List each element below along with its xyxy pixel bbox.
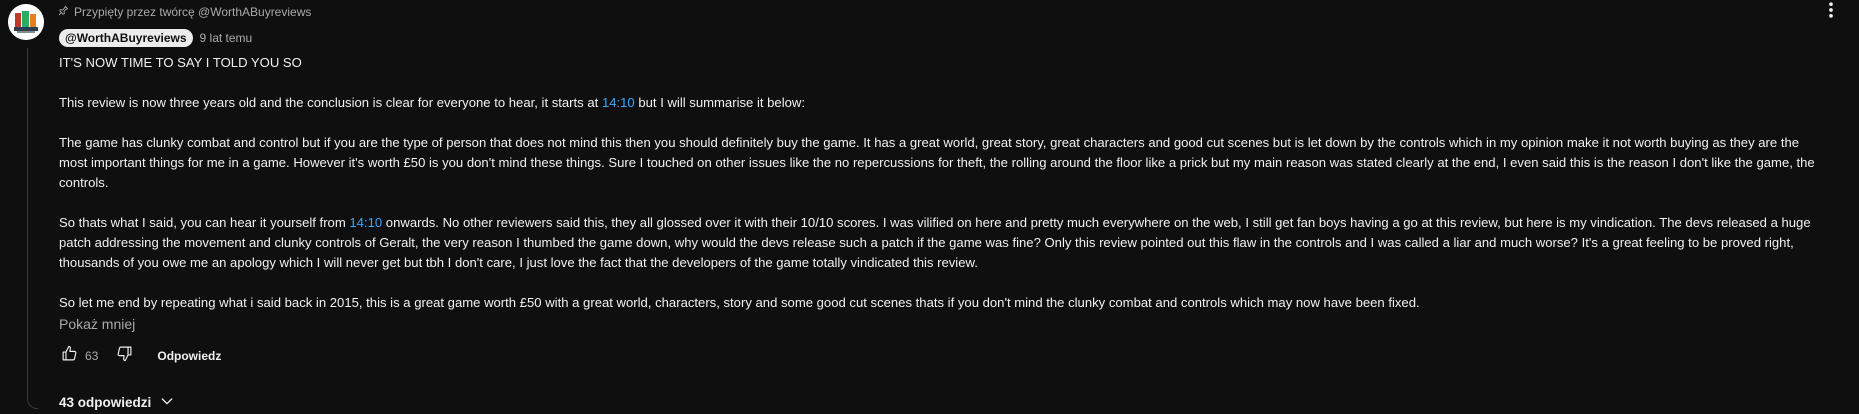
paragraph-text: IT'S NOW TIME TO SAY I TOLD YOU SO — [59, 55, 302, 70]
pinned-indicator: Przypięty przez twórcę @WorthABuyreviews — [58, 4, 311, 20]
comment-paragraph: So thats what I said, you can hear it yo… — [59, 213, 1819, 273]
like-count: 63 — [85, 349, 99, 363]
reply-button[interactable]: Odpowiedz — [157, 349, 221, 363]
pinned-label: Przypięty przez twórcę @WorthABuyreviews — [74, 5, 312, 19]
dislike-button[interactable] — [114, 346, 134, 366]
show-less-button[interactable]: Pokaż mniej — [59, 316, 135, 332]
replies-count: 43 odpowiedzi — [59, 395, 152, 410]
thumb-up-icon — [61, 345, 78, 367]
author-name[interactable]: @WorthABuyreviews — [59, 29, 193, 47]
like-button[interactable] — [59, 345, 79, 367]
more-vert-icon — [1821, 0, 1841, 25]
paragraph-text: but I will summarise it below: — [634, 95, 805, 110]
paragraph-text: So thats what I said, you can hear it yo… — [59, 215, 350, 230]
comment-body: IT'S NOW TIME TO SAY I TOLD YOU SO This … — [59, 53, 1819, 313]
pin-icon — [58, 5, 69, 19]
replies-toggle[interactable]: 43 odpowiedzi — [59, 393, 175, 412]
comment-paragraph: So let me end by repeating what i said b… — [59, 293, 1819, 313]
comment-actions: 63 Odpowiedz — [59, 345, 221, 367]
paragraph-text: So let me end by repeating what i said b… — [59, 295, 1420, 310]
thread-line — [27, 48, 38, 409]
timestamp-link[interactable]: 14:10 — [349, 215, 382, 230]
more-actions-button[interactable] — [1819, 0, 1843, 24]
comment-paragraph: The game has clunky combat and control b… — [59, 133, 1819, 193]
comment-paragraph: This review is now three years old and t… — [59, 93, 1819, 113]
paragraph-text: The game has clunky combat and control b… — [59, 135, 1815, 190]
paragraph-text: This review is now three years old and t… — [59, 95, 602, 110]
timestamp-link[interactable]: 14:10 — [602, 95, 635, 110]
thumb-down-icon — [116, 345, 133, 367]
avatar[interactable] — [8, 4, 44, 40]
comment-timestamp[interactable]: 9 lat temu — [200, 31, 253, 45]
chevron-down-icon — [159, 393, 175, 412]
pinned-comment: Przypięty przez twórcę @WorthABuyreviews… — [0, 0, 1859, 414]
comment-paragraph: IT'S NOW TIME TO SAY I TOLD YOU SO — [59, 53, 1819, 73]
comment-header: @WorthABuyreviews 9 lat temu — [59, 29, 252, 47]
